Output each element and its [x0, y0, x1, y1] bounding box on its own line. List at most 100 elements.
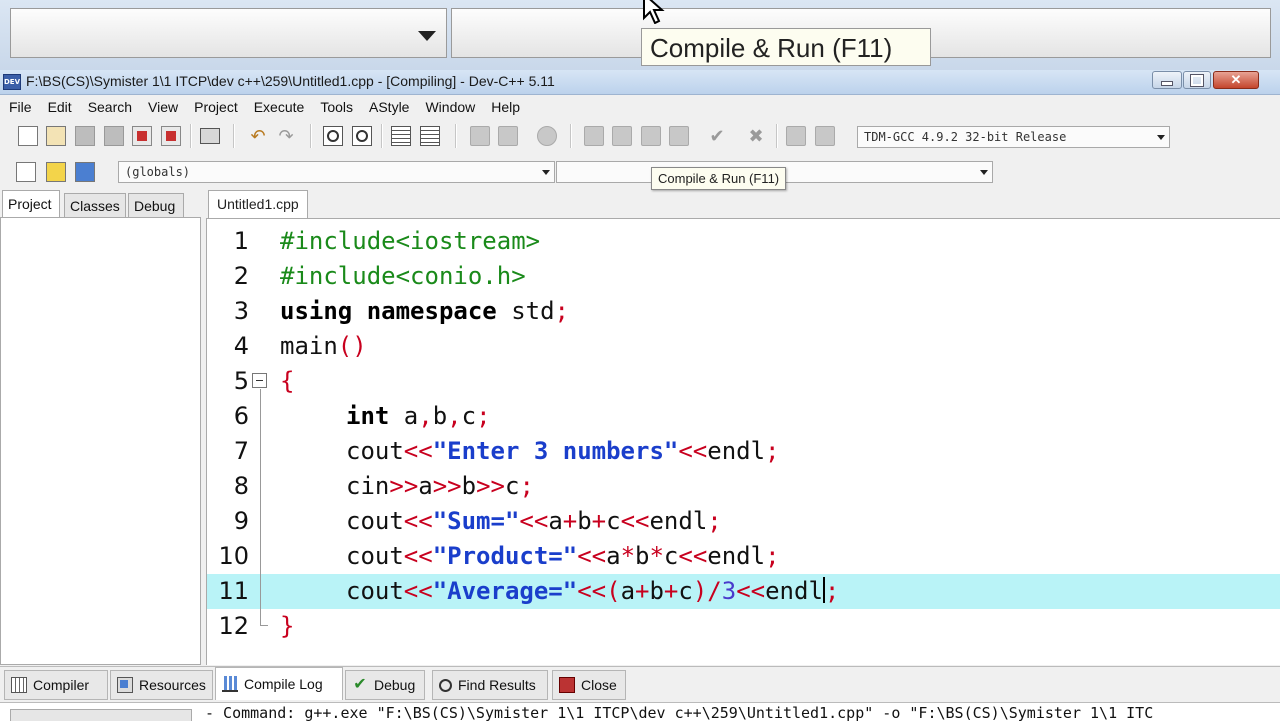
tab-untitled1-cpp[interactable]: Untitled1.cpp: [208, 190, 308, 218]
menu-window[interactable]: Window: [417, 95, 483, 119]
toolbar-separator: [570, 124, 572, 148]
close-file-icon[interactable]: [132, 126, 152, 146]
toggle-bookmark-icon[interactable]: [46, 162, 66, 182]
debug-check-icon: ✔: [353, 676, 367, 693]
mouse-cursor-icon: [643, 0, 665, 24]
tab-label: Close: [581, 677, 617, 693]
project-add-icon[interactable]: [470, 126, 490, 146]
line-text: cout<<"Product="<<a*b*c<<endl;: [346, 542, 780, 570]
menu-file[interactable]: File: [0, 95, 40, 119]
close-all-icon[interactable]: [161, 126, 181, 146]
profile-icon[interactable]: [786, 126, 806, 146]
tab-resources[interactable]: Resources: [110, 670, 213, 700]
tab-project[interactable]: Project: [2, 190, 60, 218]
resources-icon: [117, 677, 133, 693]
menu-search[interactable]: Search: [80, 95, 140, 119]
tab-debug-bottom[interactable]: ✔ Debug: [345, 670, 425, 700]
line-number: 11: [218, 577, 249, 605]
toolbar-separator: [776, 124, 778, 148]
code-line: 4 main(): [207, 329, 1280, 364]
indent-icon[interactable]: [420, 126, 440, 146]
tab-compiler[interactable]: Compiler: [4, 670, 108, 700]
compile-run-icon[interactable]: [641, 126, 661, 146]
close-window-button[interactable]: ✕: [1213, 71, 1259, 89]
open-file-icon[interactable]: [46, 126, 66, 146]
code-line: 12 }: [207, 609, 1280, 644]
bar-chart-icon: [222, 676, 238, 692]
compile-log-line: - Command: g++.exe "F:\BS(CS)\Symister 1…: [205, 704, 1154, 721]
close-panel-icon: [559, 677, 575, 693]
code-line: 10 cout<<"Product="<<a*b*c<<endl;: [207, 539, 1280, 574]
new-file-icon[interactable]: [18, 126, 38, 146]
zoomed-tooltip: Compile & Run (F11): [641, 28, 931, 66]
menu-tools[interactable]: Tools: [312, 95, 361, 119]
menu-project[interactable]: Project: [186, 95, 246, 119]
print-icon[interactable]: [200, 128, 220, 144]
delete-profile-icon[interactable]: [815, 126, 835, 146]
redo-icon[interactable]: ↷: [276, 126, 296, 146]
line-number: 8: [233, 472, 249, 500]
tab-close[interactable]: Close: [552, 670, 626, 700]
insert-icon[interactable]: [16, 162, 36, 182]
code-line-active: 11 cout<<"Average="<<(a+b+c)/3<<endl;: [207, 574, 1280, 609]
line-text: cout<<"Average="<<(a+b+c)/3<<endl;: [346, 577, 840, 605]
class-toolbar: (globals): [0, 156, 1280, 188]
find-icon[interactable]: [323, 126, 343, 146]
line-text: cout<<"Enter 3 numbers"<<endl;: [346, 437, 780, 465]
menu-execute[interactable]: Execute: [246, 95, 313, 119]
menu-bar: File Edit Search View Project Execute To…: [0, 95, 1280, 119]
chevron-down-icon: [980, 170, 988, 175]
line-number: 10: [218, 542, 249, 570]
tab-compile-log[interactable]: Compile Log: [215, 667, 343, 700]
project-remove-icon[interactable]: [498, 126, 518, 146]
compile-icon[interactable]: [584, 126, 604, 146]
replace-icon[interactable]: [352, 126, 372, 146]
menu-astyle[interactable]: AStyle: [361, 95, 417, 119]
chevron-down-icon: [542, 170, 550, 175]
compiler-grid-icon: [11, 677, 27, 693]
line-text: cout<<"Sum="<<a+b+c<<endl;: [346, 507, 722, 535]
compile-log-output: - Command: g++.exe "F:\BS(CS)\Symister 1…: [0, 702, 1280, 721]
run-icon[interactable]: [612, 126, 632, 146]
menu-help[interactable]: Help: [483, 95, 528, 119]
code-line: 6 int a,b,c;: [207, 399, 1280, 434]
tab-classes[interactable]: Classes: [64, 193, 126, 217]
code-line: 9 cout<<"Sum="<<a+b+c<<endl;: [207, 504, 1280, 539]
fold-guide-end: [260, 625, 268, 626]
fold-collapse-icon[interactable]: [252, 373, 267, 388]
log-side-control: [10, 709, 192, 721]
tab-label: Compiler: [33, 677, 90, 693]
toolbar-separator: [310, 124, 312, 148]
save-icon[interactable]: [75, 126, 95, 146]
toolbar-separator: [381, 124, 383, 148]
window-title: F:\BS(CS)\Symister 1\1 ITCP\dev c++\259\…: [26, 73, 555, 89]
syntax-check-icon[interactable]: ✔: [707, 126, 727, 146]
zoomed-scope-combo: [10, 8, 447, 58]
project-browser: Project Classes Debug: [0, 190, 201, 665]
maximize-button[interactable]: [1183, 71, 1211, 89]
tab-label: Find Results: [458, 677, 536, 693]
scope-select[interactable]: (globals): [118, 161, 555, 183]
line-number: 4: [233, 332, 249, 360]
compiler-select[interactable]: TDM-GCC 4.9.2 32-bit Release: [857, 126, 1170, 148]
menu-view[interactable]: View: [140, 95, 186, 119]
goto-bookmark-icon[interactable]: [75, 162, 95, 182]
line-number: 3: [233, 297, 249, 325]
tab-find-results[interactable]: Find Results: [432, 670, 548, 700]
chevron-down-icon: [418, 31, 436, 41]
line-text: main(): [280, 332, 367, 360]
undo-icon[interactable]: ↶: [248, 126, 268, 146]
line-text: {: [280, 367, 295, 395]
project-tree[interactable]: [0, 217, 201, 665]
line-text: cin>>a>>b>>c;: [346, 472, 534, 500]
save-all-icon[interactable]: [104, 126, 124, 146]
rebuild-all-icon[interactable]: [669, 126, 689, 146]
goto-line-icon[interactable]: [391, 126, 411, 146]
stop-execution-icon[interactable]: ✖: [746, 126, 766, 146]
tab-debug[interactable]: Debug: [128, 193, 184, 217]
menu-edit[interactable]: Edit: [40, 95, 80, 119]
project-options-icon[interactable]: [537, 126, 557, 146]
code-editor[interactable]: 1 #include<iostream> 2 #include<conio.h>…: [206, 218, 1280, 665]
minimize-button[interactable]: [1152, 71, 1182, 89]
left-panel-tabs: Project Classes Debug: [0, 190, 201, 218]
